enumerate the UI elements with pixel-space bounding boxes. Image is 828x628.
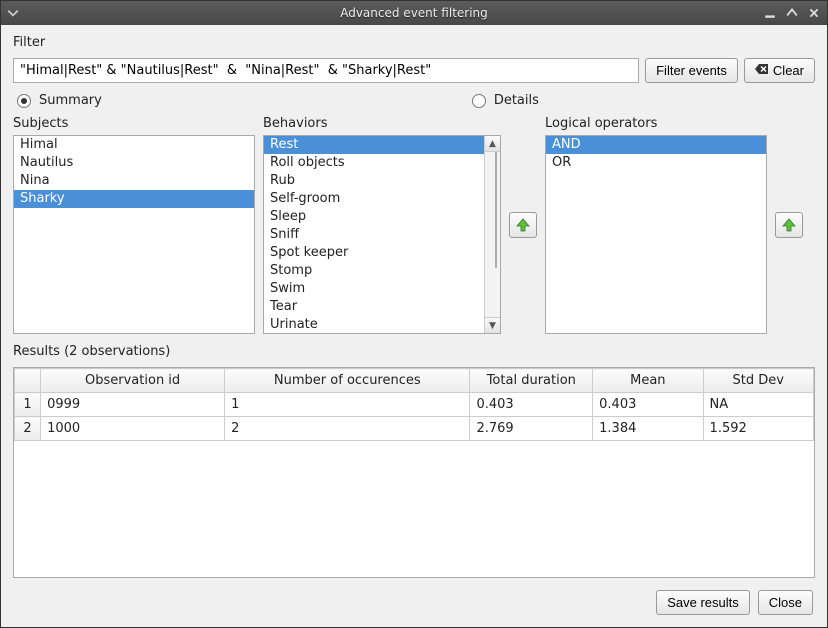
list-item[interactable]: Rub [264, 172, 484, 190]
cell-total-duration[interactable]: 2.769 [470, 417, 593, 441]
radio-icon [472, 94, 486, 108]
subjects-column: Subjects HimalNautilusNinaSharky [13, 116, 255, 334]
clear-label: Clear [773, 63, 804, 78]
list-item[interactable]: Spot keeper [264, 244, 484, 262]
scroll-down-icon[interactable]: ▼ [485, 317, 500, 333]
cell-std-dev[interactable]: 1.592 [703, 417, 813, 441]
radio-icon [17, 94, 31, 108]
col-total-duration[interactable]: Total duration [470, 369, 593, 393]
view-mode-row: Summary Details [13, 89, 815, 110]
list-item[interactable]: Self-groom [264, 190, 484, 208]
clear-button[interactable]: Clear [744, 58, 815, 83]
details-label: Details [494, 93, 539, 108]
list-item[interactable]: Sleep [264, 208, 484, 226]
behaviors-listbox[interactable]: RestRoll objectsRubSelf-groomSleepSniffS… [263, 135, 501, 334]
list-item[interactable]: AND [546, 136, 766, 154]
dialog-footer: Save results Close [13, 584, 815, 617]
scroll-thumb[interactable] [495, 152, 497, 268]
col-observation-id[interactable]: Observation id [41, 369, 225, 393]
behaviors-column: Behaviors RestRoll objectsRubSelf-groomS… [263, 116, 501, 334]
list-item[interactable]: Nautilus [14, 154, 254, 172]
close-dialog-button[interactable]: Close [758, 590, 813, 615]
behaviors-label: Behaviors [263, 116, 501, 131]
scroll-up-icon[interactable]: ▲ [485, 136, 500, 152]
list-item[interactable]: Urinate [264, 316, 484, 333]
minimize-button[interactable] [763, 6, 777, 20]
add-behavior-button[interactable] [509, 212, 537, 238]
table-row[interactable]: 2100022.7691.3841.592 [15, 417, 814, 441]
list-item[interactable]: Sniff [264, 226, 484, 244]
dialog-window: Advanced event filtering Filter Filter e… [0, 0, 828, 628]
row-number: 2 [15, 417, 41, 441]
summary-label: Summary [39, 93, 102, 108]
subjects-listbox[interactable]: HimalNautilusNinaSharky [13, 135, 255, 334]
results-table-area: Observation id Number of occurences Tota… [13, 367, 815, 578]
arrow-up-icon [781, 217, 797, 233]
lists-row: Subjects HimalNautilusNinaSharky Behavio… [13, 116, 815, 334]
results-label: Results (2 observations) [13, 344, 815, 359]
window-title: Advanced event filtering [1, 6, 827, 20]
list-item[interactable]: Stomp [264, 262, 484, 280]
table-row[interactable]: 1099910.4030.403NA [15, 393, 814, 417]
operators-column: Logical operators ANDOR [545, 116, 767, 334]
behaviors-scrollbar[interactable]: ▲ ▼ [484, 136, 500, 333]
cell-occurrences[interactable]: 1 [225, 393, 470, 417]
close-button[interactable] [807, 6, 821, 20]
cell-std-dev[interactable]: NA [703, 393, 813, 417]
maximize-button[interactable] [785, 6, 799, 20]
operators-up-wrap [775, 116, 803, 334]
filter-events-label: Filter events [656, 63, 727, 78]
subjects-label: Subjects [13, 116, 255, 131]
dialog-content: Filter Filter events Clear Summary [1, 25, 827, 627]
titlebar: Advanced event filtering [1, 1, 827, 25]
backspace-icon [755, 63, 769, 78]
col-std-dev[interactable]: Std Dev [703, 369, 813, 393]
behaviors-up-wrap [509, 116, 537, 334]
arrow-up-icon [515, 217, 531, 233]
window-menu-icon[interactable] [7, 7, 19, 19]
filter-label: Filter [13, 35, 815, 50]
list-item[interactable]: Tear [264, 298, 484, 316]
corner-header [15, 369, 41, 393]
details-radio[interactable]: Details [472, 93, 539, 108]
summary-radio[interactable]: Summary [17, 93, 102, 108]
row-number: 1 [15, 393, 41, 417]
list-item[interactable]: Sharky [14, 190, 254, 208]
list-item[interactable]: Rest [264, 136, 484, 154]
cell-occurrences[interactable]: 2 [225, 417, 470, 441]
cell-observation-id[interactable]: 0999 [41, 393, 225, 417]
close-dialog-label: Close [769, 595, 802, 610]
filter-events-button[interactable]: Filter events [645, 58, 738, 83]
col-mean[interactable]: Mean [593, 369, 703, 393]
list-item[interactable]: Roll objects [264, 154, 484, 172]
cell-observation-id[interactable]: 1000 [41, 417, 225, 441]
cell-total-duration[interactable]: 0.403 [470, 393, 593, 417]
operators-label: Logical operators [545, 116, 767, 131]
filter-input[interactable] [13, 58, 639, 83]
list-item[interactable]: Himal [14, 136, 254, 154]
results-table: Observation id Number of occurences Tota… [14, 368, 814, 441]
cell-mean[interactable]: 1.384 [593, 417, 703, 441]
list-item[interactable]: Swim [264, 280, 484, 298]
list-item[interactable]: OR [546, 154, 766, 172]
save-results-button[interactable]: Save results [656, 590, 750, 615]
col-occurrences[interactable]: Number of occurences [225, 369, 470, 393]
save-results-label: Save results [667, 595, 739, 610]
list-item[interactable]: Nina [14, 172, 254, 190]
add-operator-button[interactable] [775, 212, 803, 238]
filter-row: Filter events Clear [13, 58, 815, 83]
cell-mean[interactable]: 0.403 [593, 393, 703, 417]
operators-listbox[interactable]: ANDOR [545, 135, 767, 334]
